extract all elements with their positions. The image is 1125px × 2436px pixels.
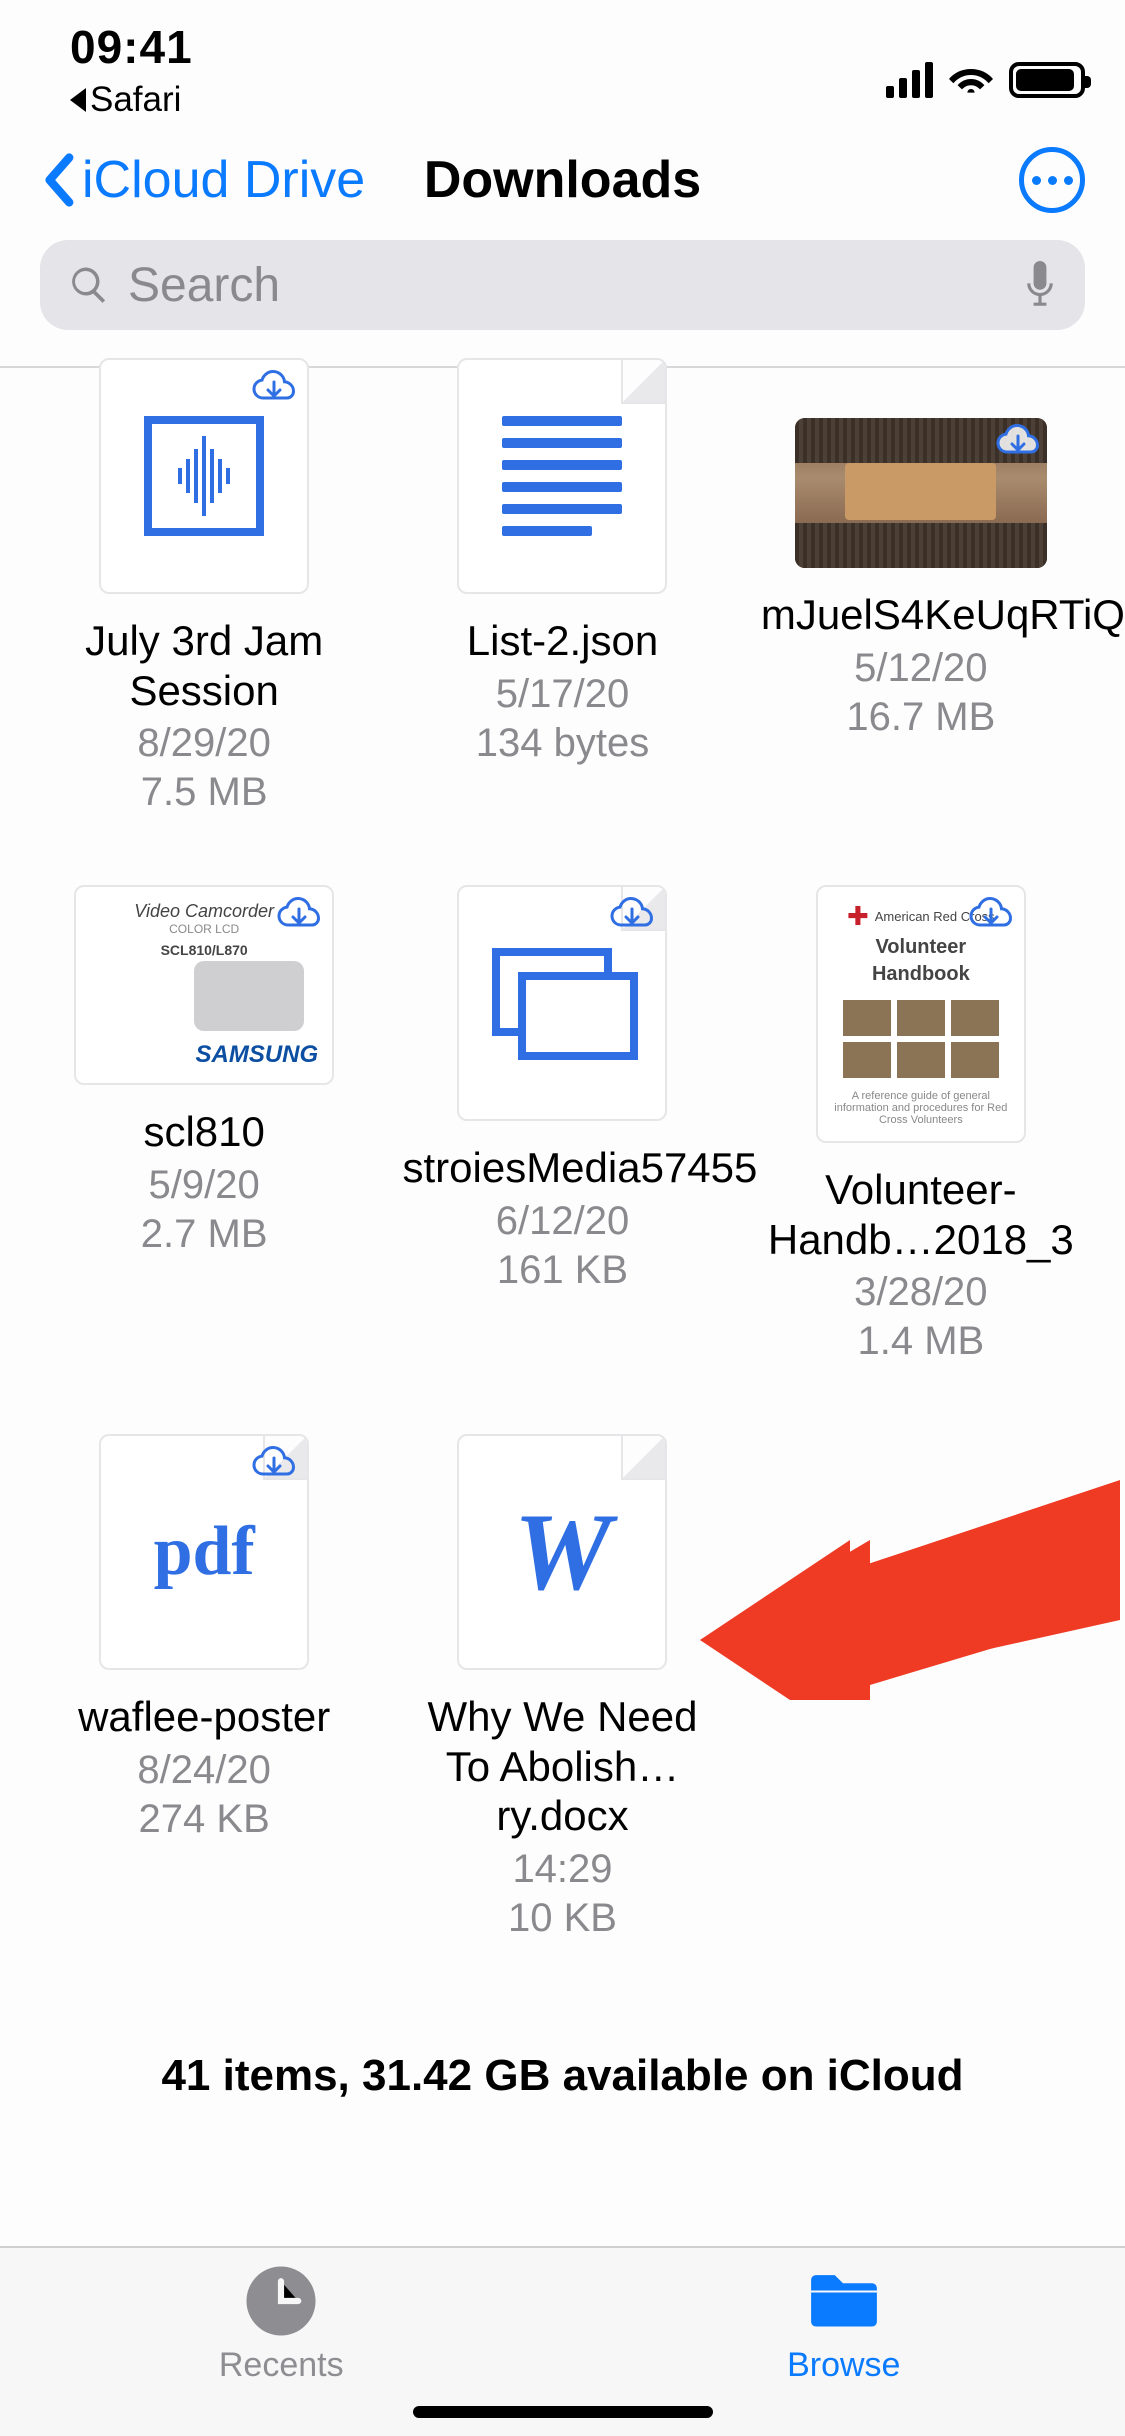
pdf-file-icon: pdf: [154, 1512, 255, 1592]
status-right: [886, 30, 1085, 130]
file-grid: July 3rd Jam Session 8/29/20 7.5 MB List…: [0, 358, 1125, 1941]
battery-icon: [1009, 62, 1085, 98]
navigation-bar: iCloud Drive Downloads: [0, 130, 1125, 230]
file-item[interactable]: W Why We Need To Abolish…ry.docx 14:29 1…: [398, 1434, 726, 1941]
audio-waveform-icon: [144, 416, 264, 536]
file-size: 10 KB: [508, 1896, 617, 1941]
back-triangle-icon: [70, 88, 86, 112]
collection-icon: [492, 948, 632, 1058]
cloud-download-icon: [251, 1446, 297, 1482]
file-name: List-2.json: [467, 616, 658, 666]
file-size: 1.4 MB: [857, 1319, 984, 1364]
file-name: mJuelS4KeUqRTiQY: [761, 590, 1081, 640]
back-app-label: Safari: [90, 80, 181, 120]
file-name: scl810: [143, 1107, 264, 1157]
file-item[interactable]: Video Camcorder COLOR LCD SCL810/L870 SA…: [40, 885, 368, 1364]
search-field[interactable]: Search: [40, 240, 1085, 330]
file-date: 5/12/20: [854, 646, 987, 691]
back-to-app[interactable]: Safari: [70, 80, 193, 120]
file-thumbnail: [99, 358, 309, 594]
file-name: stroiesMedia57455: [402, 1143, 722, 1193]
file-size: 2.7 MB: [141, 1212, 268, 1257]
status-bar: 09:41 Safari: [0, 0, 1125, 130]
footer-summary: 41 items, 31.42 GB available on iCloud: [0, 2051, 1125, 2101]
cloud-download-icon: [276, 897, 322, 933]
file-thumbnail: W: [457, 1434, 667, 1670]
cloud-download-icon: [995, 424, 1041, 460]
text-file-icon: [502, 416, 622, 536]
back-button[interactable]: iCloud Drive: [40, 150, 365, 210]
ellipsis-icon: [1032, 176, 1073, 185]
file-item[interactable]: ✚American Red Cross Volunteer Handbook A…: [757, 885, 1085, 1364]
tab-label: Browse: [787, 2346, 900, 2385]
chevron-left-icon: [40, 152, 76, 208]
back-label: iCloud Drive: [82, 150, 365, 210]
tab-bar: Recents Browse: [0, 2246, 1125, 2436]
search-placeholder: Search: [128, 258, 1005, 313]
clock-icon: [244, 2266, 318, 2336]
cloud-download-icon: [251, 370, 297, 406]
file-size: 274 KB: [139, 1797, 270, 1842]
file-size: 161 KB: [497, 1248, 628, 1293]
file-date: 6/12/20: [496, 1199, 629, 1244]
microphone-icon: [1023, 261, 1057, 309]
file-name: Volunteer-Handb…2018_3: [761, 1165, 1081, 1264]
file-date: 5/9/20: [149, 1163, 260, 1208]
wifi-icon: [949, 61, 993, 100]
folder-icon: [807, 2266, 881, 2336]
file-date: 14:29: [512, 1847, 612, 1892]
more-options-button[interactable]: [1019, 147, 1085, 213]
file-date: 5/17/20: [496, 672, 629, 717]
file-size: 134 bytes: [476, 721, 649, 766]
file-thumbnail: [795, 418, 1047, 568]
home-indicator: [413, 2406, 713, 2418]
file-item[interactable]: pdf waflee-poster 8/24/20 274 KB: [40, 1434, 368, 1941]
file-date: 3/28/20: [854, 1270, 987, 1315]
file-item[interactable]: List-2.json 5/17/20 134 bytes: [398, 358, 726, 815]
file-thumbnail: Video Camcorder COLOR LCD SCL810/L870 SA…: [74, 885, 334, 1085]
cloud-download-icon: [968, 897, 1014, 933]
cloud-download-icon: [609, 897, 655, 933]
tab-label: Recents: [219, 2346, 344, 2385]
file-name: July 3rd Jam Session: [44, 616, 364, 715]
file-name: waflee-poster: [78, 1692, 330, 1742]
file-thumbnail: ✚American Red Cross Volunteer Handbook A…: [816, 885, 1026, 1143]
file-thumbnail: [457, 885, 667, 1121]
file-size: 16.7 MB: [846, 695, 995, 740]
file-date: 8/29/20: [137, 721, 270, 766]
search-icon: [68, 264, 110, 306]
file-item[interactable]: July 3rd Jam Session 8/29/20 7.5 MB: [40, 358, 368, 815]
file-name: Why We Need To Abolish…ry.docx: [402, 1692, 722, 1841]
file-item[interactable]: stroiesMedia57455 6/12/20 161 KB: [398, 885, 726, 1364]
word-file-icon: W: [514, 1489, 612, 1616]
file-size: 7.5 MB: [141, 770, 268, 815]
file-date: 8/24/20: [137, 1748, 270, 1793]
status-time: 09:41: [70, 20, 193, 74]
cellular-icon: [886, 62, 933, 98]
file-thumbnail: pdf: [99, 1434, 309, 1670]
file-item[interactable]: mJuelS4KeUqRTiQY 5/12/20 16.7 MB: [757, 358, 1085, 815]
file-thumbnail: [457, 358, 667, 594]
